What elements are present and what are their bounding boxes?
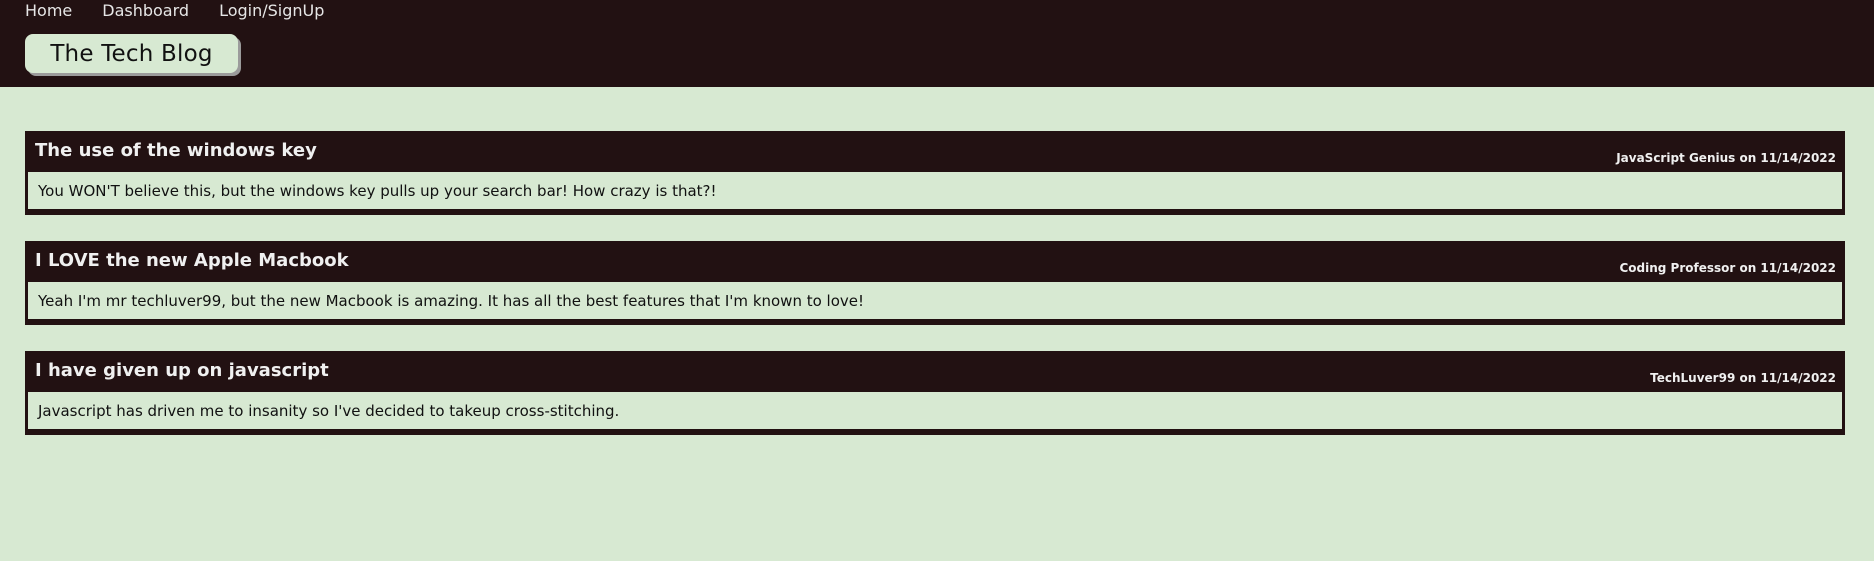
post-list: The use of the windows key JavaScript Ge… [0, 87, 1874, 435]
post-body: Yeah I'm mr techluver99, but the new Mac… [28, 282, 1842, 319]
post-header: I have given up on javascript TechLuver9… [28, 354, 1842, 392]
site-brand: The Tech Blog [25, 34, 238, 73]
site-header: Home Dashboard Login/SignUp The Tech Blo… [0, 0, 1874, 87]
post-content: Yeah I'm mr techluver99, but the new Mac… [38, 291, 865, 310]
post-meta: JavaScript Genius on 11/14/2022 [1616, 151, 1836, 165]
post-title[interactable]: I have given up on javascript [35, 360, 329, 381]
post-body: You WON'T believe this, but the windows … [28, 172, 1842, 209]
post-title[interactable]: The use of the windows key [35, 140, 317, 161]
post-card[interactable]: The use of the windows key JavaScript Ge… [25, 131, 1845, 215]
post-content: Javascript has driven me to insanity so … [38, 401, 620, 420]
post-card[interactable]: I LOVE the new Apple Macbook Coding Prof… [25, 241, 1845, 325]
post-body: Javascript has driven me to insanity so … [28, 392, 1842, 429]
nav-dashboard-link[interactable]: Dashboard [102, 1, 189, 21]
main-nav: Home Dashboard Login/SignUp [25, 0, 324, 22]
nav-home-link[interactable]: Home [25, 1, 72, 21]
post-title[interactable]: I LOVE the new Apple Macbook [35, 250, 349, 271]
site-title: The Tech Blog [50, 40, 213, 67]
post-meta: Coding Professor on 11/14/2022 [1619, 261, 1836, 275]
nav-login-signup-link[interactable]: Login/SignUp [219, 1, 324, 21]
post-content: You WON'T believe this, but the windows … [38, 181, 717, 200]
post-header: I LOVE the new Apple Macbook Coding Prof… [28, 244, 1842, 282]
post-header: The use of the windows key JavaScript Ge… [28, 134, 1842, 172]
post-meta: TechLuver99 on 11/14/2022 [1650, 371, 1836, 385]
post-card[interactable]: I have given up on javascript TechLuver9… [25, 351, 1845, 435]
